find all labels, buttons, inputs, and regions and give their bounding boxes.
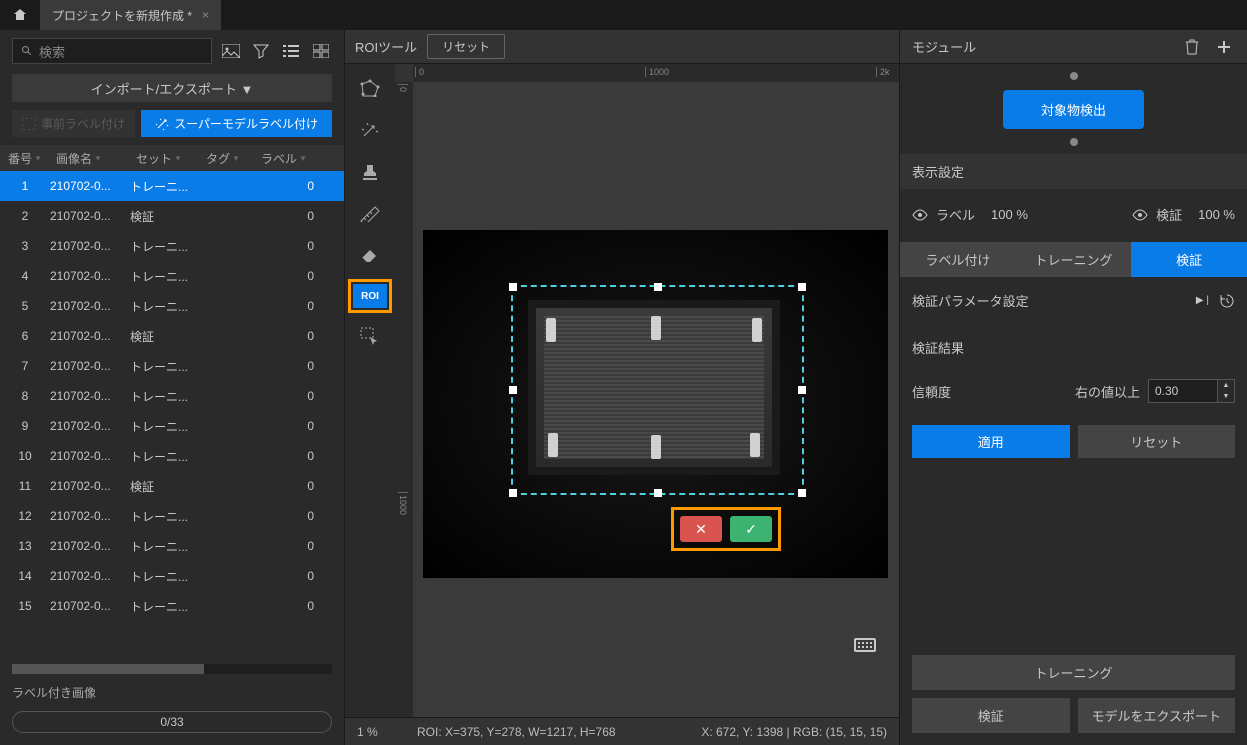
import-export-button[interactable]: インポート/エクスポート ▼: [12, 74, 332, 102]
supermodel-button[interactable]: スーパーモデルラベル付け: [141, 110, 332, 137]
list-icon[interactable]: [280, 40, 302, 62]
wand-tool[interactable]: [354, 116, 386, 144]
tab-verify[interactable]: 検証: [1131, 242, 1247, 277]
confidence-input[interactable]: [1148, 379, 1218, 403]
module-graph: 対象物検出: [900, 64, 1247, 154]
table-header: 番号▼ 画像名▼ セット▼ タグ▼ ラベル▼: [0, 145, 344, 171]
verify-visibility[interactable]: 検証 100 %: [1132, 205, 1235, 224]
table-row[interactable]: 10210702-0...トレーニ...0: [0, 441, 344, 471]
col-name[interactable]: 画像名▼: [50, 150, 130, 167]
project-tab[interactable]: プロジェクトを新規作成 * ×: [40, 0, 221, 30]
eraser-tool[interactable]: [354, 242, 386, 270]
progress-bar: 0/33: [12, 711, 332, 733]
verify-result-title: 検証結果: [912, 338, 964, 357]
add-module-button[interactable]: [1213, 36, 1235, 58]
table-row[interactable]: 2210702-0...検証0: [0, 201, 344, 231]
ruler-horizontal: 0 1000 2k: [413, 64, 899, 82]
roi-cancel-button[interactable]: ✕: [680, 516, 722, 542]
roi-box[interactable]: [511, 285, 804, 495]
delete-module-button[interactable]: [1181, 36, 1203, 58]
col-label[interactable]: ラベル▼: [255, 150, 344, 167]
col-set[interactable]: セット▼: [130, 150, 200, 167]
eye-icon: [912, 209, 928, 221]
roi-tool-title: ROIツール: [355, 37, 417, 56]
table-row[interactable]: 14210702-0...トレーニ...0: [0, 561, 344, 591]
image: ✕ ✓: [423, 230, 888, 578]
grid-icon[interactable]: [310, 40, 332, 62]
table-row[interactable]: 13210702-0...トレーニ...0: [0, 531, 344, 561]
tool-column: ROI: [345, 64, 395, 717]
image-mode-icon[interactable]: [220, 40, 242, 62]
image-stage: ✕ ✓: [413, 82, 899, 717]
cursor-status: X: 672, Y: 1398 | RGB: (15, 15, 15): [701, 725, 887, 739]
left-panel: 検索 インポート/エクスポート ▼ 事前ラベル付け スーパーモデルラベル付け 番…: [0, 30, 345, 745]
confidence-label: 信頼度: [912, 382, 951, 401]
verify-params-title: 検証パラメータ設定: [912, 291, 1029, 310]
close-icon[interactable]: ×: [202, 8, 209, 22]
table-row[interactable]: 11210702-0...検証0: [0, 471, 344, 501]
export-model-button[interactable]: モデルをエクスポート: [1078, 698, 1236, 733]
roi-status: ROI: X=375, Y=278, W=1217, H=768: [417, 725, 616, 739]
table-row[interactable]: 9210702-0...トレーニ...0: [0, 411, 344, 441]
module-title: モジュール: [912, 37, 976, 56]
wand-icon: [155, 117, 169, 131]
prelabel-icon: [22, 118, 36, 130]
search-input[interactable]: 検索: [12, 38, 212, 64]
table-row[interactable]: 8210702-0...トレーニ...0: [0, 381, 344, 411]
apply-button[interactable]: 適用: [912, 425, 1070, 458]
verify-button[interactable]: 検証: [912, 698, 1070, 733]
zoom-level: 1 %: [357, 725, 397, 739]
h-scrollbar[interactable]: [12, 664, 332, 674]
prelabel-button: 事前ラベル付け: [12, 110, 135, 137]
module-node[interactable]: 対象物検出: [1003, 90, 1144, 129]
tab-labeling[interactable]: ラベル付け: [900, 242, 1016, 277]
roi-tool[interactable]: ROI: [353, 284, 387, 308]
table-row[interactable]: 4210702-0...トレーニ...0: [0, 261, 344, 291]
reset-params-button[interactable]: リセット: [1078, 425, 1236, 458]
filter-icon[interactable]: [250, 40, 272, 62]
keyboard-button[interactable]: [849, 633, 881, 657]
right-panel: モジュール 対象物検出 表示設定 ラベル 100 % 検証 100 %: [899, 30, 1247, 745]
roi-confirm-box: ✕ ✓: [674, 510, 778, 548]
viewport[interactable]: 0 1000 2k 0 1000: [395, 64, 899, 717]
eye-icon: [1132, 209, 1148, 221]
expand-icon[interactable]: ▶ |: [1196, 295, 1209, 306]
home-button[interactable]: [0, 0, 40, 30]
ruler-tool[interactable]: [354, 200, 386, 228]
stamp-tool[interactable]: [354, 158, 386, 186]
roi-confirm-button[interactable]: ✓: [730, 516, 772, 542]
table-body[interactable]: 1210702-0...トレーニ...02210702-0...検証032107…: [0, 171, 344, 662]
confidence-condition: 右の値以上: [1075, 382, 1140, 401]
table-row[interactable]: 7210702-0...トレーニ...0: [0, 351, 344, 381]
home-icon: [12, 7, 28, 23]
table-row[interactable]: 3210702-0...トレーニ...0: [0, 231, 344, 261]
display-settings-header: 表示設定: [900, 154, 1247, 189]
col-tag[interactable]: タグ▼: [200, 150, 255, 167]
table-row[interactable]: 15210702-0...トレーニ...0: [0, 591, 344, 621]
center-panel: ROIツール リセット ROI 0 1000 2k 0: [345, 30, 899, 745]
table-row[interactable]: 6210702-0...検証0: [0, 321, 344, 351]
polygon-tool[interactable]: [354, 74, 386, 102]
labeled-images-label: ラベル付き画像: [0, 676, 344, 709]
canvas-reset-button[interactable]: リセット: [427, 34, 505, 59]
training-button[interactable]: トレーニング: [912, 655, 1235, 690]
col-no[interactable]: 番号▼: [0, 150, 50, 167]
table-row[interactable]: 12210702-0...トレーニ...0: [0, 501, 344, 531]
search-icon: [21, 45, 33, 57]
tab-training[interactable]: トレーニング: [1016, 242, 1132, 277]
select-tool[interactable]: [354, 322, 386, 350]
tab-title: プロジェクトを新規作成 *: [52, 7, 192, 24]
confidence-stepper[interactable]: ▲▼: [1218, 379, 1235, 403]
table-row[interactable]: 1210702-0...トレーニ...0: [0, 171, 344, 201]
status-bar: 1 % ROI: X=375, Y=278, W=1217, H=768 X: …: [345, 717, 899, 745]
ruler-vertical: 0 1000: [395, 82, 413, 717]
label-visibility[interactable]: ラベル 100 %: [912, 205, 1028, 224]
history-icon[interactable]: [1219, 293, 1235, 309]
table-row[interactable]: 5210702-0...トレーニ...0: [0, 291, 344, 321]
